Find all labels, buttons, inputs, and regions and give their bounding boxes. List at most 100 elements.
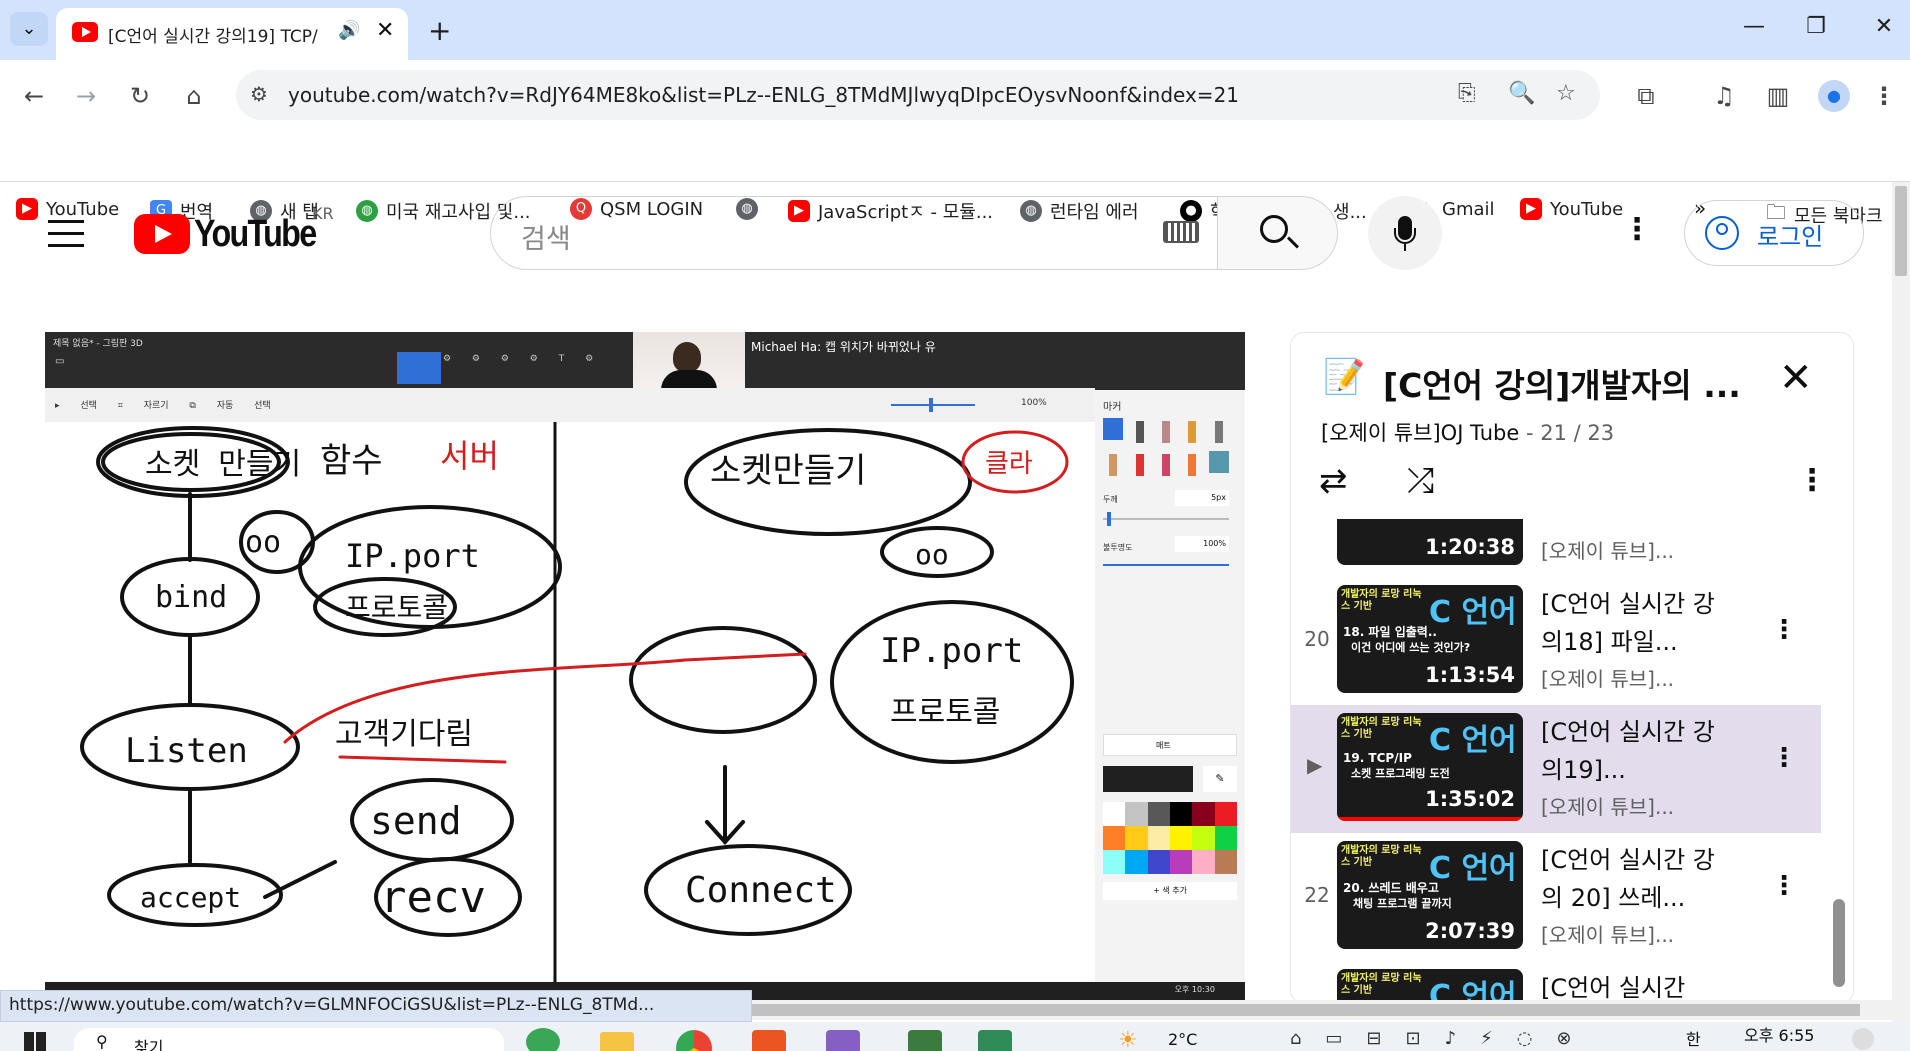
svg-text:IP.port: IP.port bbox=[880, 631, 1023, 671]
playlist-more-icon[interactable]: ⋮ bbox=[1797, 463, 1827, 498]
system-clock[interactable]: 오후 6:55 bbox=[1744, 1022, 1814, 1046]
weather-icon: ☀ bbox=[1118, 1028, 1138, 1051]
tab-close-icon[interactable]: ✕ bbox=[376, 18, 394, 43]
bookmark-star-icon[interactable]: ☆ bbox=[1556, 81, 1576, 106]
svg-text:고객기다림: 고객기다림 bbox=[335, 717, 473, 752]
eyedropper-icon[interactable]: ✎ bbox=[1203, 766, 1237, 792]
file-explorer-icon[interactable] bbox=[600, 1032, 634, 1051]
media-control-icon[interactable]: ♫ bbox=[1706, 82, 1742, 110]
active-tab[interactable]: [C언어 실시간 강의19] TCP/ 🔊 ✕ bbox=[56, 8, 408, 60]
playlist-item-current[interactable]: ▶ 개발자의 로망 리눅스 기반 C 언어 19. TCP/IP 소켓 프로그래… bbox=[1291, 705, 1821, 833]
opacity-value[interactable]: 100% bbox=[1175, 536, 1229, 552]
thickness-value[interactable]: 5px bbox=[1175, 490, 1229, 506]
chrome-icon[interactable] bbox=[676, 1030, 712, 1051]
app-icon[interactable] bbox=[908, 1030, 942, 1051]
tab-audio-icon[interactable]: 🔊 bbox=[338, 20, 360, 41]
playlist-item[interactable]: 1:20:38 [오제이 튜브]... bbox=[1291, 519, 1821, 577]
window-close-icon[interactable]: ✕ bbox=[1864, 14, 1904, 44]
svg-text:프로토콜: 프로토콜 bbox=[345, 591, 448, 624]
watch-progress-bar bbox=[1337, 817, 1523, 821]
svg-text:서버: 서버 bbox=[440, 437, 499, 475]
playlist-item[interactable]: 20 개발자의 로망 리눅스 기반 C 언어 18. 파일 입출력.. 이건 어… bbox=[1291, 577, 1821, 705]
playlist-item[interactable]: 22 개발자의 로망 리눅스 기반 C 언어 20. 쓰레드 배우고 채팅 프로… bbox=[1291, 833, 1821, 961]
zoom-level: 100% bbox=[1021, 398, 1047, 408]
taskbar-search[interactable]: ⚲ 찾기 bbox=[74, 1028, 504, 1051]
home-icon[interactable]: ⌂ bbox=[176, 82, 212, 110]
browser-menu-icon[interactable]: ⋮ bbox=[1866, 82, 1902, 110]
item-more-icon[interactable]: ⋮ bbox=[1771, 871, 1797, 901]
restore-icon[interactable]: ❐ bbox=[1796, 14, 1836, 44]
video-player[interactable]: 제목 없음* - 그림판 3D ▭ ⚙ ⚙ ⚙ ⚙ T ⚙ Michael Ha… bbox=[45, 332, 1245, 1000]
profile-avatar-icon[interactable]: ● bbox=[1818, 80, 1850, 112]
video-thumbnail: 개발자의 로망 리눅스 기반 C 언어 20. 쓰레드 배우고 채팅 프로그램 … bbox=[1337, 841, 1523, 949]
back-icon[interactable]: ← bbox=[16, 82, 52, 110]
notification-icon[interactable] bbox=[1852, 1028, 1874, 1050]
install-app-icon[interactable]: ⎘ bbox=[1458, 81, 1476, 106]
extensions-icon[interactable]: ⧉ bbox=[1628, 82, 1664, 110]
tab-list-button[interactable]: ⌄ bbox=[10, 12, 48, 46]
login-button[interactable]: 로그인 bbox=[1684, 200, 1864, 266]
matte-dropdown[interactable]: 매트 bbox=[1103, 734, 1237, 756]
playlist-title[interactable]: [C언어 강의]개발자의 ... bbox=[1383, 359, 1741, 407]
guide-menu-icon[interactable] bbox=[48, 220, 84, 248]
add-color-button[interactable]: + 색 추가 bbox=[1103, 882, 1237, 900]
page-vertical-scrollbar[interactable] bbox=[1892, 182, 1910, 1022]
status-bar-url: https://www.youtube.com/watch?v=GLMNFOCi… bbox=[0, 990, 752, 1022]
settings-more-icon[interactable]: ⋮ bbox=[1622, 212, 1652, 247]
ubuntu-icon[interactable] bbox=[752, 1030, 786, 1051]
copilot-icon[interactable] bbox=[526, 1028, 560, 1051]
svg-text:oo: oo bbox=[915, 538, 949, 571]
side-panel-icon[interactable]: ▥ bbox=[1760, 82, 1796, 110]
reload-icon[interactable]: ↻ bbox=[122, 82, 158, 110]
playlist-scrollbar[interactable] bbox=[1833, 899, 1845, 987]
browser-toolbar: ← → ↻ ⌂ ⚙ youtube.com/watch?v=RdJY64ME8k… bbox=[0, 60, 1910, 227]
minimize-icon[interactable]: — bbox=[1734, 14, 1774, 44]
item-more-icon[interactable]: ⋮ bbox=[1771, 743, 1797, 773]
paint-subtoolbar: ▸ 선택 ⌗ 자르기 ⧉ 자동 선택 100% bbox=[45, 388, 1095, 422]
shuffle-icon[interactable]: ⤮ bbox=[1407, 461, 1434, 501]
now-playing-icon: ▶ bbox=[1307, 753, 1323, 777]
video-thumbnail: 개발자의 로망 리눅스 기반 C 언어 19. TCP/IP 소켓 프로그래밍 … bbox=[1337, 713, 1523, 821]
whiteboard-drawing: 소켓 만들기 함수 oo IP.port 프로토콜 bind Listen 고객… bbox=[80, 422, 1074, 982]
visual-studio-icon[interactable] bbox=[826, 1030, 860, 1051]
paint3d-toolbar: 제목 없음* - 그림판 3D ▭ ⚙ ⚙ ⚙ ⚙ T ⚙ Michael Ha… bbox=[45, 332, 1245, 422]
ime-indicator[interactable]: 한 bbox=[1686, 1026, 1701, 1050]
voice-search-button[interactable] bbox=[1368, 196, 1442, 270]
loop-icon[interactable]: ⇄ bbox=[1319, 461, 1348, 501]
url-text[interactable]: youtube.com/watch?v=RdJY64ME8ko&list=PLz… bbox=[288, 83, 1239, 107]
tray-icons[interactable]: ⌂▭⊟⊡♪⚡◌⊗ bbox=[1290, 1028, 1596, 1049]
svg-text:Listen: Listen bbox=[125, 731, 248, 771]
new-tab-button[interactable]: + bbox=[428, 14, 451, 47]
forward-icon[interactable]: → bbox=[68, 82, 104, 110]
zoom-slider[interactable] bbox=[891, 404, 975, 406]
svg-text:프로토콜: 프로토콜 bbox=[890, 695, 1000, 730]
drawing-canvas: 소켓 만들기 함수 oo IP.port 프로토콜 bind Listen 고객… bbox=[45, 422, 1095, 982]
region-code: KR bbox=[312, 204, 334, 223]
site-info-icon[interactable]: ⚙ bbox=[250, 82, 268, 106]
search-input[interactable]: 검색 bbox=[490, 196, 1218, 270]
memo-icon: 📝 bbox=[1323, 357, 1366, 397]
playlist-items: 1:20:38 [오제이 튜브]... 20 개발자의 로망 리눅스 기반 C … bbox=[1291, 519, 1821, 1003]
paint-side-panel: 마커 두께 5px 불투명도 100% 매트 ✎ + 색 추가 bbox=[1095, 390, 1245, 982]
address-bar[interactable]: ⚙ youtube.com/watch?v=RdJY64ME8ko&list=P… bbox=[236, 70, 1600, 120]
color-palette[interactable] bbox=[1103, 802, 1237, 874]
svg-text:send: send bbox=[370, 799, 462, 843]
playlist-panel: 📝 [C언어 강의]개발자의 ... ✕ [오제이 튜브]OJ Tube - 2… bbox=[1290, 332, 1854, 1004]
windows-start-icon[interactable] bbox=[24, 1032, 46, 1051]
keyboard-icon[interactable] bbox=[1163, 221, 1199, 243]
tab-title: [C언어 실시간 강의19] TCP/ bbox=[108, 27, 318, 47]
youtube-logo-text: YouTube bbox=[194, 212, 317, 255]
brush-grid bbox=[1103, 418, 1229, 478]
close-playlist-icon[interactable]: ✕ bbox=[1779, 355, 1813, 401]
current-color-swatch[interactable] bbox=[1103, 766, 1193, 792]
paint-menu-icon[interactable]: ▭ bbox=[55, 356, 64, 367]
search-button[interactable] bbox=[1218, 196, 1338, 270]
zoom-icon[interactable]: 🔍 bbox=[1508, 81, 1535, 106]
app-icon[interactable] bbox=[978, 1030, 1012, 1051]
playlist-channel[interactable]: [오제이 튜브]OJ Tube bbox=[1321, 421, 1519, 445]
brush-tool-button[interactable] bbox=[397, 352, 441, 384]
youtube-logo[interactable]: YouTube bbox=[134, 212, 337, 255]
video-thumbnail: 개발자의 로망 리눅스 기반 C 언어 18. 파일 입출력.. 이건 어디에 … bbox=[1337, 585, 1523, 693]
item-more-icon[interactable]: ⋮ bbox=[1771, 615, 1797, 645]
playlist-item[interactable]: 개발자의 로망 리눅스 기반 C 언어 [C언어 실시간 bbox=[1291, 961, 1821, 1003]
